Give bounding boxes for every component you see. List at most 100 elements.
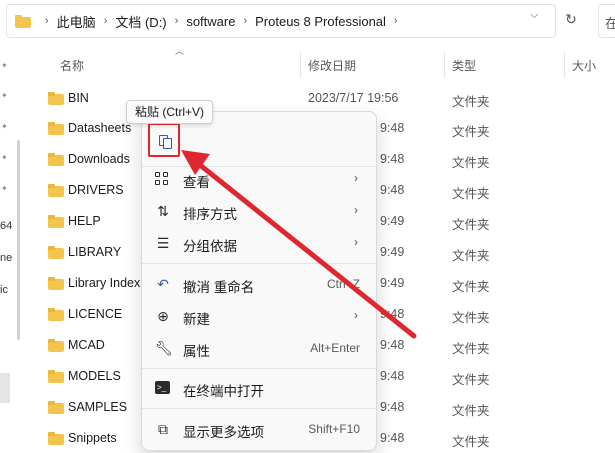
file-name: LICENCE [68,307,123,321]
menu-item-shortcut: Ctrl+Z [327,277,360,291]
file-date: 9:48 [380,431,405,445]
file-type: 文件夹 [452,187,490,201]
nav-item-fragment[interactable]: 64 [0,220,12,232]
menu-item-new[interactable]: ⊕ 新建 › [146,300,372,332]
nav-selected-item[interactable] [0,373,10,403]
chevron-right-icon: › [45,15,49,27]
folder-icon [48,308,64,321]
nav-item-fragment[interactable]: ne [0,252,12,264]
breadcrumb-this-pc[interactable]: 此电脑 [57,12,96,31]
pin-icon: ✦ [1,153,8,162]
sort-ascending-icon: ︿ [175,46,185,56]
file-date: 9:48 [380,183,405,197]
file-date: 9:49 [380,276,405,290]
menu-item-label: 新建 [183,312,210,327]
terminal-icon: >_ [155,381,170,394]
chevron-right-icon: › [354,235,358,249]
group-icon: ☰ [156,235,170,251]
search-box[interactable]: 在 [598,4,615,38]
file-date: 9:48 [380,307,405,321]
chevron-right-icon[interactable]: › [243,15,247,27]
search-icon: 在 [605,16,615,31]
refresh-icon[interactable]: ↻ [562,10,580,28]
menu-item-sort[interactable]: ⇅ 排序方式 › [146,195,372,227]
column-header-type[interactable]: 类型 [452,56,476,76]
nav-scrollbar[interactable] [17,140,20,340]
chevron-right-icon[interactable]: › [175,15,179,27]
file-type: 文件夹 [452,435,490,449]
file-name: BIN [68,91,89,105]
paste-icon [159,134,172,149]
file-date: 9:48 [380,152,405,166]
grid-icon [155,172,169,186]
add-icon: ⊕ [157,308,169,324]
column-header-name[interactable]: 名称 [60,56,84,76]
column-header-size[interactable]: 大小 [572,56,596,76]
menu-divider [142,368,376,369]
file-type: 文件夹 [452,95,490,109]
folder-icon [48,370,64,383]
file-name: MODELS [68,369,121,383]
menu-item-more-options[interactable]: ⧉ 显示更多选项 Shift+F10 [146,413,372,445]
file-name: Library Index [68,276,141,290]
column-divider[interactable] [300,52,301,78]
folder-icon [48,401,64,414]
folder-icon [48,184,64,197]
menu-item-label: 查看 [183,175,210,190]
pin-icon: ✦ [1,91,8,100]
file-type: 文件夹 [452,249,490,263]
folder-icon [48,277,64,290]
paste-tooltip: 粘贴 (Ctrl+V) [126,100,214,124]
file-type: 文件夹 [452,125,490,139]
menu-item-group[interactable]: ☰ 分组依据 › [146,227,372,259]
file-name: HELP [68,214,101,228]
breadcrumb-software[interactable]: software [186,14,235,29]
menu-item-open-terminal[interactable]: >_ 在终端中打开 [146,372,372,404]
paste-button[interactable] [148,123,180,157]
file-name: Datasheets [68,121,132,135]
menu-item-properties[interactable]: 🔧︎ 属性 Alt+Enter [146,332,372,364]
breadcrumb-proteus[interactable]: Proteus 8 Professional [255,14,386,29]
undo-icon: ↶ [157,276,169,292]
file-type: 文件夹 [452,404,490,418]
menu-divider [142,263,376,264]
menu-divider [142,408,376,409]
folder-icon [48,153,64,166]
column-header-date[interactable]: 修改日期 [308,56,356,76]
context-menu: 查看 › ⇅ 排序方式 › ☰ 分组依据 › ↶ 撤消 重命名 Ctrl+Z ⊕… [141,111,377,451]
file-date: 9:48 [380,400,405,414]
file-date: 9:48 [380,369,405,383]
column-divider[interactable] [564,52,565,78]
chevron-right-icon[interactable]: › [394,15,398,27]
file-type: 文件夹 [452,156,490,170]
menu-item-undo-rename[interactable]: ↶ 撤消 重命名 Ctrl+Z [146,268,372,300]
folder-icon [48,215,64,228]
file-type: 文件夹 [452,280,490,294]
pin-icon: ✦ [1,122,8,131]
chevron-right-icon[interactable]: › [104,15,108,27]
menu-item-shortcut: Alt+Enter [310,341,360,355]
pin-icon: ✦ [1,61,8,70]
menu-item-label: 显示更多选项 [183,425,264,440]
nav-item-fragment[interactable]: ic [0,284,8,296]
file-name: Downloads [68,152,130,166]
file-name: SAMPLES [68,400,128,414]
breadcrumb-drive[interactable]: 文档 (D:) [115,12,166,31]
column-divider[interactable] [444,52,445,78]
file-date: 9:49 [380,245,405,259]
menu-item-shortcut: Shift+F10 [308,422,360,436]
folder-icon [15,14,31,28]
file-date: 9:48 [380,338,405,352]
folder-icon [48,92,64,105]
address-bar[interactable]: › 此电脑 › 文档 (D:) › software › Proteus 8 P… [6,4,556,38]
file-type: 文件夹 [452,373,490,387]
menu-item-view[interactable]: 查看 › [146,163,372,195]
file-name: LIBRARY [68,245,122,259]
file-name: DRIVERS [68,183,124,197]
chevron-right-icon: › [354,203,358,217]
more-options-icon: ⧉ [158,421,168,437]
sort-icon: ⇅ [157,203,169,219]
address-history-chevron-icon[interactable]: ⌵ [530,9,538,22]
menu-item-label: 排序方式 [183,207,237,222]
folder-icon [48,122,64,135]
